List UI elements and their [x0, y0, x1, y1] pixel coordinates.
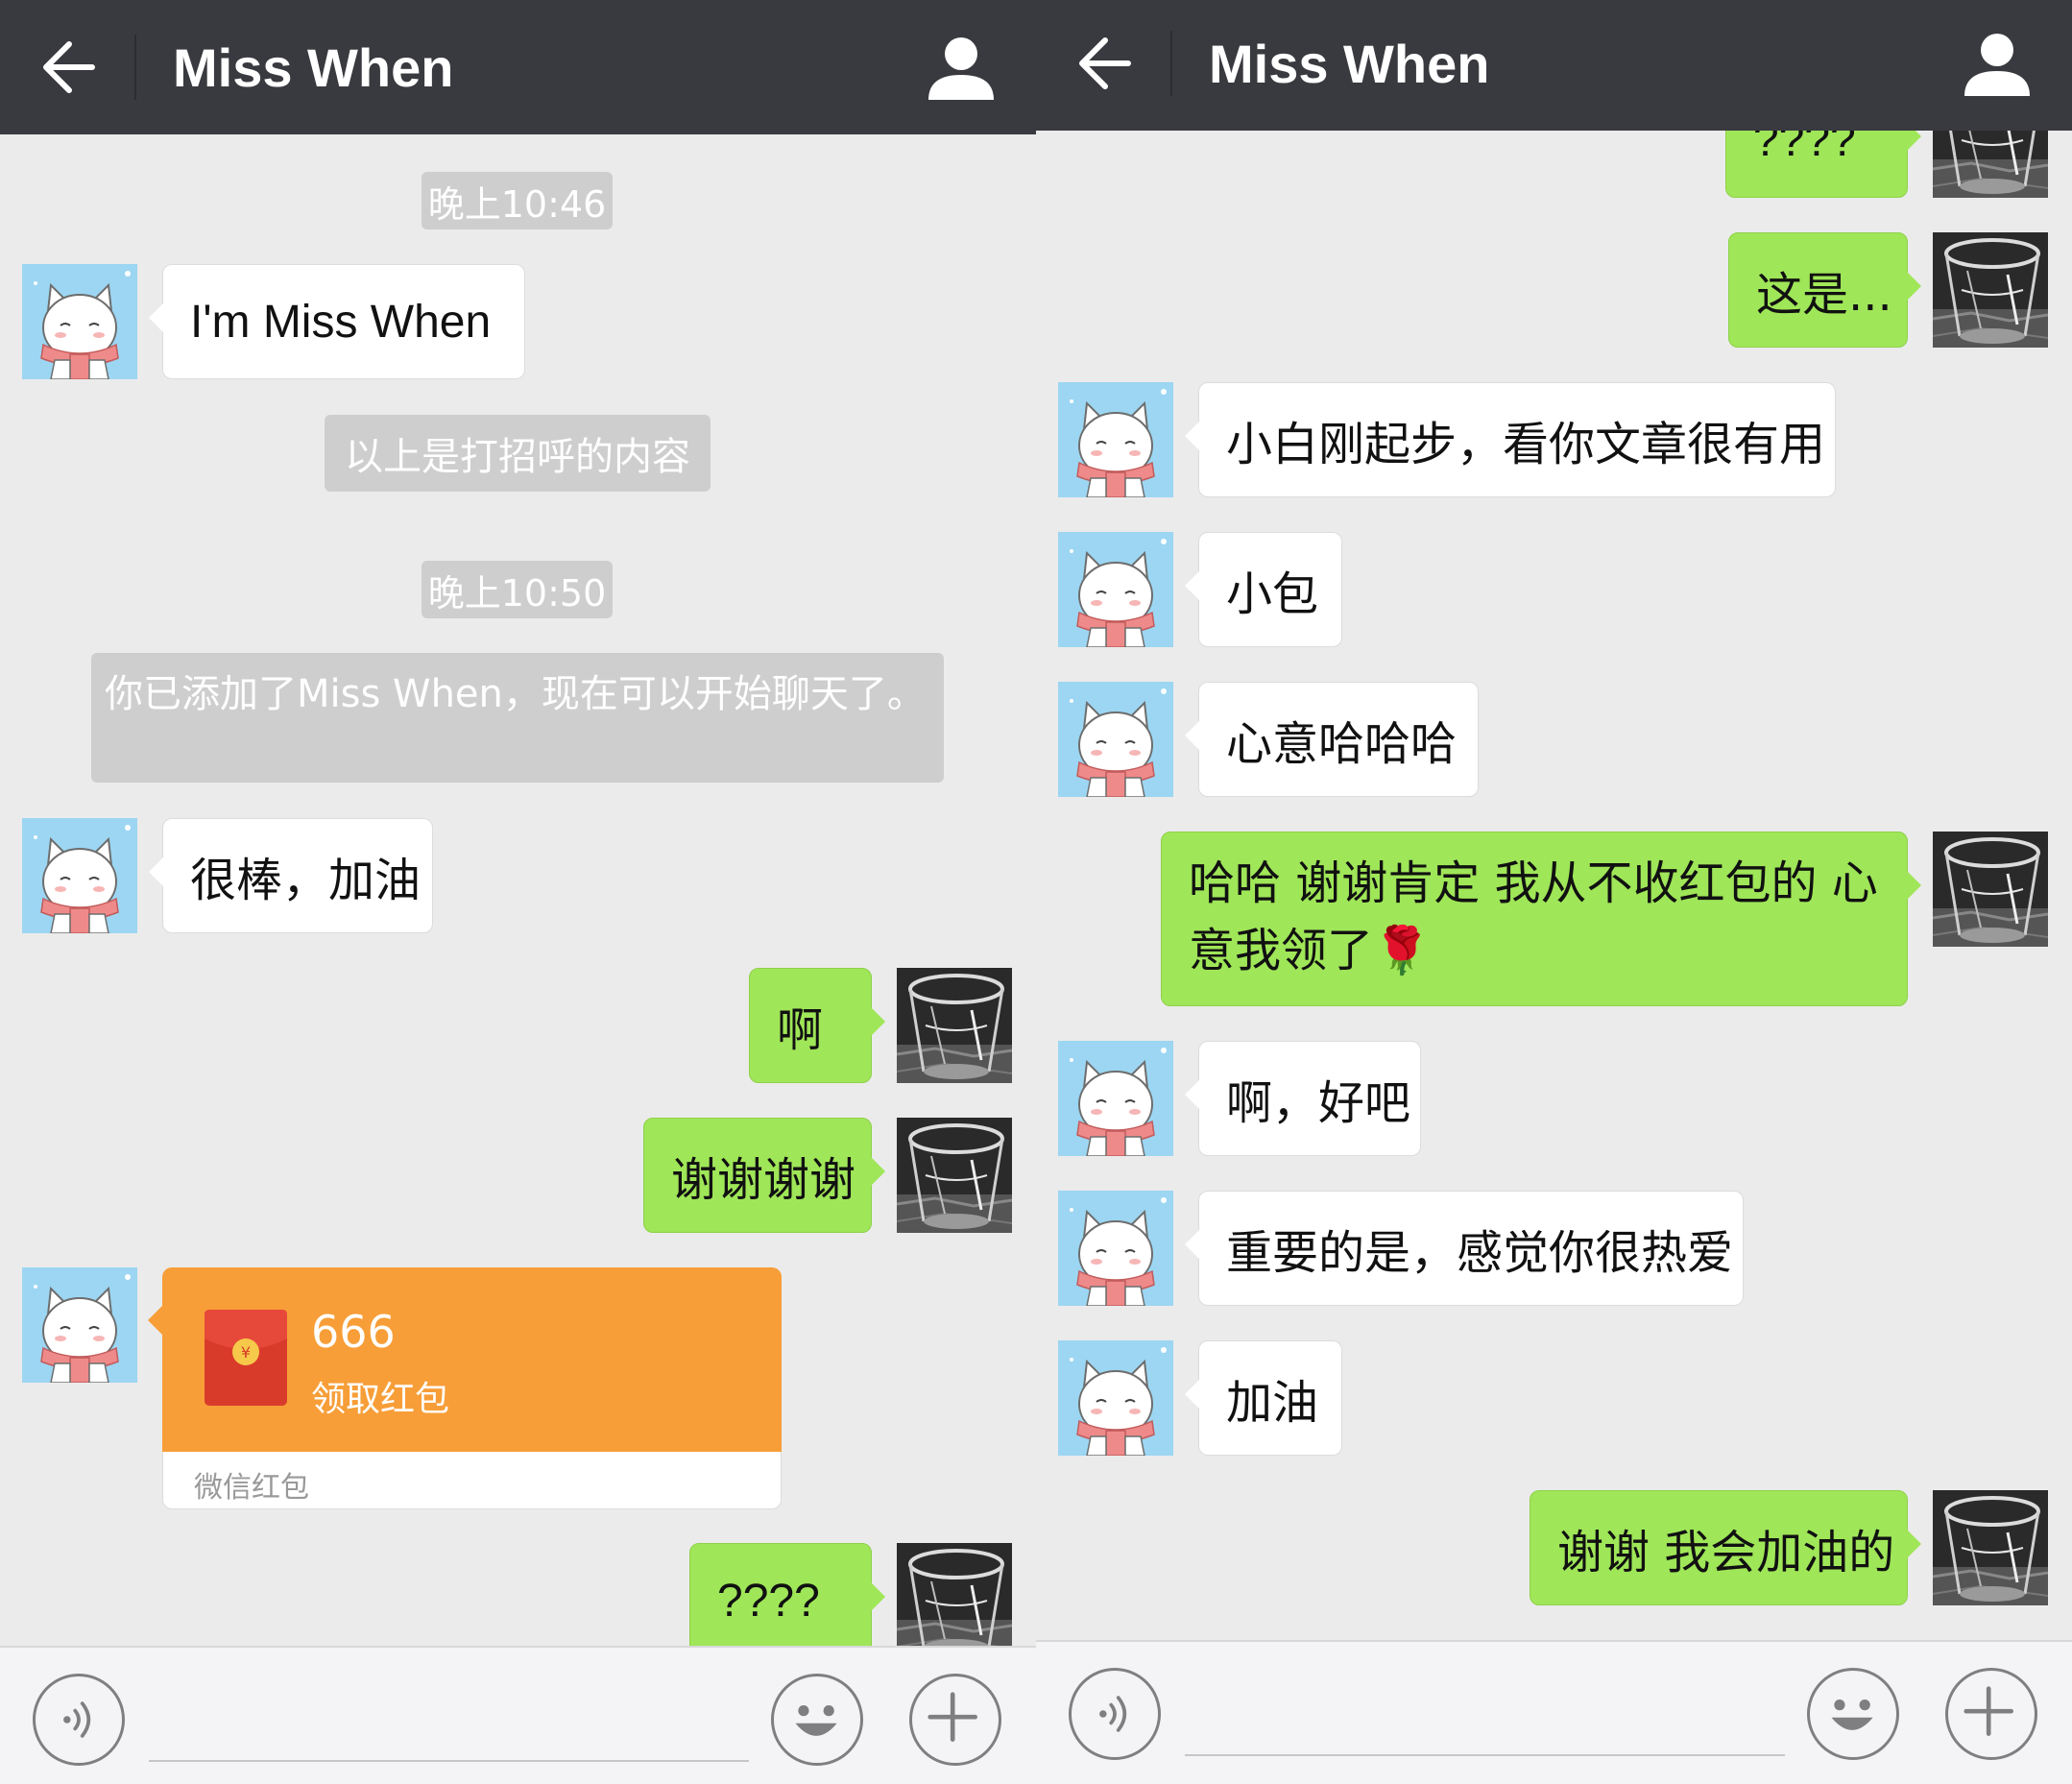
red-packet-action: 领取红包: [311, 1380, 450, 1419]
voice-icon[interactable]: [33, 1674, 125, 1766]
message-list[interactable]: ???? 这是... 小白刚起步，看你文章很有用 小包 心意哈哈哈 哈哈 谢谢肯…: [1036, 0, 2072, 1784]
header-divider: [134, 35, 136, 100]
message-bubble-outgoing[interactable]: 啊: [749, 968, 885, 1083]
message-bubble-outgoing[interactable]: 谢谢 我会加油的: [1530, 1490, 1921, 1605]
red-packet-message[interactable]: ¥ 666 领取红包 微信红包: [148, 1267, 782, 1509]
person-icon[interactable]: [1959, 25, 2036, 102]
message-bubble-incoming[interactable]: 小白刚起步，看你文章很有用: [1185, 382, 1836, 497]
message-bubble-incoming[interactable]: I'm Miss When: [149, 264, 525, 379]
message-input[interactable]: [1185, 1754, 1785, 1756]
arrow-left-icon[interactable]: [1074, 25, 1142, 102]
contact-avatar[interactable]: [1058, 382, 1173, 497]
header-divider: [1170, 31, 1172, 96]
chat-panel-left: 晚上10:46 I'm Miss When 以上是打招呼的内容 晚上10:50 …: [0, 0, 1036, 1784]
user-avatar[interactable]: [1933, 832, 2048, 947]
message-bubble-incoming[interactable]: 加油: [1185, 1340, 1342, 1456]
message-bubble-incoming[interactable]: 小包: [1185, 532, 1342, 647]
message-list[interactable]: 晚上10:46 I'm Miss When 以上是打招呼的内容 晚上10:50 …: [0, 0, 1036, 1784]
contact-avatar[interactable]: [22, 264, 137, 379]
svg-text:¥: ¥: [241, 1343, 251, 1362]
chat-header: Miss When: [1036, 0, 2072, 131]
red-packet-footer: 微信红包: [162, 1452, 782, 1509]
red-envelope-icon: ¥: [205, 1310, 287, 1406]
user-avatar[interactable]: [897, 968, 1012, 1083]
chat-title: Miss When: [173, 37, 454, 98]
contact-avatar[interactable]: [1058, 1340, 1173, 1456]
message-bubble-incoming[interactable]: 啊，好吧: [1185, 1041, 1421, 1156]
message-bubble-outgoing[interactable]: 谢谢谢谢: [643, 1118, 885, 1233]
red-packet-amount: 666: [311, 1306, 396, 1358]
contact-avatar[interactable]: [22, 1267, 137, 1383]
contact-avatar[interactable]: [22, 818, 137, 933]
person-icon[interactable]: [923, 29, 1000, 106]
user-avatar[interactable]: [1933, 232, 2048, 348]
emoji-icon[interactable]: [1807, 1668, 1899, 1760]
message-bubble-outgoing[interactable]: 这是...: [1728, 232, 1921, 348]
user-avatar[interactable]: [1933, 1490, 2048, 1605]
user-avatar[interactable]: [897, 1118, 1012, 1233]
plus-icon[interactable]: [1945, 1668, 2037, 1760]
input-bar: [0, 1646, 1036, 1784]
input-bar: [1036, 1640, 2072, 1784]
contact-avatar[interactable]: [1058, 682, 1173, 797]
message-bubble-incoming[interactable]: 心意哈哈哈: [1185, 682, 1479, 797]
message-bubble-outgoing[interactable]: ????: [689, 1543, 885, 1658]
message-bubble-incoming[interactable]: 很棒，加油: [149, 818, 433, 933]
emoji-icon[interactable]: [771, 1674, 863, 1766]
chat-panel-right: ???? 这是... 小白刚起步，看你文章很有用 小包 心意哈哈哈 哈哈 谢谢肯…: [1036, 0, 2072, 1784]
message-input[interactable]: [149, 1760, 749, 1762]
timestamp: 晚上10:50: [422, 561, 613, 618]
chat-title: Miss When: [1209, 34, 1490, 94]
plus-icon[interactable]: [909, 1674, 1001, 1766]
red-packet-body[interactable]: ¥ 666 领取红包: [148, 1267, 782, 1452]
contact-avatar[interactable]: [1058, 532, 1173, 647]
red-packet-brand: 微信红包: [194, 1471, 309, 1505]
voice-icon[interactable]: [1069, 1668, 1161, 1760]
chat-header: Miss When: [0, 0, 1036, 134]
contact-avatar[interactable]: [1058, 1041, 1173, 1156]
friend-added-notice: 你已添加了Miss When，现在可以开始聊天了。: [91, 653, 944, 783]
message-bubble-outgoing[interactable]: 哈哈 谢谢肯定 我从不收红包的 心意我领了🌹: [1161, 832, 1921, 1006]
greeting-note: 以上是打招呼的内容: [325, 415, 711, 492]
contact-avatar[interactable]: [1058, 1191, 1173, 1306]
timestamp: 晚上10:46: [422, 172, 613, 229]
user-avatar[interactable]: [897, 1543, 1012, 1658]
arrow-left-icon[interactable]: [38, 29, 106, 106]
message-bubble-incoming[interactable]: 重要的是，感觉你很热爱: [1185, 1191, 1744, 1306]
